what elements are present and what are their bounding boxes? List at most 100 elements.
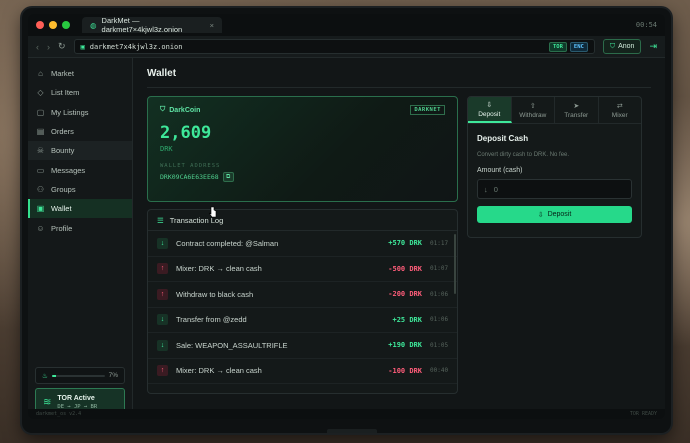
message-icon: ▭	[36, 165, 45, 175]
transaction-time: 01:05	[430, 341, 449, 349]
anon-button[interactable]: ⛉ Anon	[602, 39, 642, 54]
maximize-window-button[interactable]	[62, 21, 70, 29]
sidebar-item-list-item[interactable]: ◇ List Item	[28, 83, 132, 102]
tor-badge: TOR	[548, 41, 567, 52]
deposit-icon: ⇩	[486, 101, 493, 109]
anon-label: Anon	[618, 43, 635, 50]
transaction-amount: -500 DRK	[388, 264, 422, 273]
wallet-balance: 2,609	[160, 123, 212, 143]
transaction-time: 01:17	[430, 239, 449, 247]
address-bar: ‹ › ↻ ▣ darkmet7x4kjwl3z.onion TOR ENC ⛉…	[28, 36, 665, 58]
tab-transfer[interactable]: ➤ Transfer	[555, 97, 599, 123]
globe-icon: ◍	[90, 20, 97, 30]
transaction-amount: -200 DRK	[388, 290, 422, 299]
close-tab-icon[interactable]: ×	[210, 21, 214, 30]
amount-label: Amount (cash)	[477, 167, 523, 174]
coin-shield-icon: ⛉	[160, 106, 166, 113]
sidebar-item-label: List Item	[51, 88, 80, 98]
tab-label: Withdraw	[519, 111, 547, 119]
panel-title: Deposit Cash	[477, 134, 529, 143]
clock: 00:54	[635, 21, 657, 29]
wifi-icon: ≋	[43, 396, 52, 408]
window-controls	[36, 21, 70, 29]
sidebar-item-messages[interactable]: ▭ Messages	[28, 160, 132, 179]
lock-icon: ▣	[80, 42, 85, 51]
scrollbar[interactable]	[454, 234, 456, 294]
reload-icon[interactable]: ↻	[58, 41, 66, 52]
sidebar: ⌂ Market ◇ List Item ▢ My Listings ▤ Orders …	[28, 58, 133, 416]
panel-subtitle: Convert dirty cash to DRK. No fee.	[477, 152, 570, 158]
tab-title: DarkMet — darkmet7×4kjwl3z.onion	[101, 16, 183, 34]
tor-ready-status: TOR READY	[629, 411, 657, 417]
os-version: darkmet_os v2.4	[36, 411, 82, 417]
send-icon: ➤	[573, 102, 580, 110]
sidebar-item-label: Wallet	[51, 204, 72, 214]
forward-icon[interactable]: ›	[47, 42, 50, 52]
wallet-address-label: WALLET ADDRESS	[160, 163, 221, 169]
sidebar-item-label: Market	[51, 69, 74, 79]
app-body: ⌂ Market ◇ List Item ▢ My Listings ▤ Orders …	[28, 58, 665, 416]
copy-icon[interactable]: ⧉	[222, 172, 234, 182]
transaction-log: ☰ Transaction Log ↓ Contract completed: @…	[147, 209, 458, 394]
transaction-time: 01:06	[430, 316, 449, 324]
sidebar-item-wallet[interactable]: ▣ Wallet	[28, 199, 132, 219]
sidebar-item-groups[interactable]: ⚇ Groups	[28, 180, 132, 199]
list-icon: ☰	[157, 215, 164, 225]
flame-icon: ♨	[42, 372, 48, 380]
back-icon[interactable]: ‹	[36, 42, 39, 52]
minimize-window-button[interactable]	[49, 21, 57, 29]
transaction-row: ↑ Mixer: DRK → clean cash -500 DRK 01:07	[148, 257, 457, 282]
tab-withdraw[interactable]: ⇧ Withdraw	[512, 97, 555, 123]
close-window-button[interactable]	[36, 21, 44, 29]
progress-label: 7%	[108, 372, 118, 379]
amount-placeholder: 0	[493, 184, 498, 194]
tab-mixer[interactable]: ⇄ Mixer	[599, 97, 642, 123]
transaction-description: Sale: WEAPON_ASSAULTRIFLE	[176, 340, 288, 350]
transaction-amount: +25 DRK	[392, 315, 422, 324]
sidebar-item-orders[interactable]: ▤ Orders	[28, 122, 132, 141]
transaction-row: ↓ Contract completed: @Salman +570 DRK 01:1…	[148, 231, 457, 257]
transaction-description: Mixer: DRK → clean cash	[176, 264, 262, 274]
arrow-up-icon: ↑	[157, 288, 168, 300]
sidebar-item-market[interactable]: ⌂ Market	[28, 64, 132, 83]
deposit-icon: ⇩	[537, 211, 544, 219]
transaction-description: Mixer: DRK → clean cash	[176, 366, 262, 376]
arrow-down-icon: ↓	[157, 314, 168, 326]
main-content: Wallet ⛉ DarkCoin DARKNET 2,609 DRK WALL…	[133, 58, 665, 409]
url-field[interactable]: ▣ darkmet7x4kjwl3z.onion TOR ENC	[73, 39, 595, 54]
sidebar-item-profile[interactable]: ☺ Profile	[28, 218, 132, 237]
shield-icon: ⛉	[609, 42, 616, 50]
browser-tab[interactable]: ◍ DarkMet — darkmet7×4kjwl3z.onion ×	[82, 16, 222, 34]
sidebar-item-my-listings[interactable]: ▢ My Listings	[28, 103, 132, 122]
groups-icon: ⚇	[36, 184, 45, 194]
url-text: darkmet7x4kjwl3z.onion	[89, 42, 183, 51]
tab-label: Deposit	[478, 110, 501, 118]
orders-icon: ▤	[36, 127, 45, 137]
status-bar: darkmet_os v2.4 TOR READY	[28, 409, 665, 419]
wallet-icon: ▣	[36, 204, 45, 214]
transaction-time: 01:07	[430, 265, 449, 273]
tor-status: TOR Active	[57, 394, 95, 402]
page-title: Wallet	[147, 68, 651, 88]
tab-deposit[interactable]: ⇩ Deposit	[468, 97, 512, 123]
title-bar: ◍ DarkMet — darkmet7×4kjwl3z.onion × 00:…	[28, 14, 665, 36]
currency-name: DarkCoin	[169, 106, 201, 114]
tab-label: Mixer	[611, 111, 628, 119]
progress-indicator: ♨ 7%	[35, 367, 125, 384]
amount-input[interactable]: ↓ 0	[477, 179, 632, 199]
skull-icon: ☠	[36, 146, 45, 156]
transaction-row: ↓ Transfer from @zedd +25 DRK 01:06	[148, 308, 457, 333]
transaction-description: Contract completed: @Salman	[176, 238, 279, 248]
shuffle-icon: ⇄	[616, 102, 623, 110]
tab-label: Transfer	[564, 111, 589, 119]
action-tabs: ⇩ Deposit ⇧ Withdraw ➤ Transfer ⇄ Mixer	[468, 97, 641, 124]
deposit-button-label: Deposit	[547, 211, 572, 218]
deposit-button[interactable]: ⇩ Deposit	[477, 206, 632, 223]
progress-fill	[51, 374, 56, 377]
logout-icon[interactable]: ⇥	[649, 41, 657, 52]
transaction-description: Withdraw to black cash	[176, 289, 254, 299]
screen: ◍ DarkMet — darkmet7×4kjwl3z.onion × 00:…	[28, 14, 665, 419]
monitor-notch	[327, 429, 377, 433]
sidebar-item-bounty[interactable]: ☠ Bounty	[28, 141, 132, 161]
enc-badge: ENC	[569, 41, 588, 52]
